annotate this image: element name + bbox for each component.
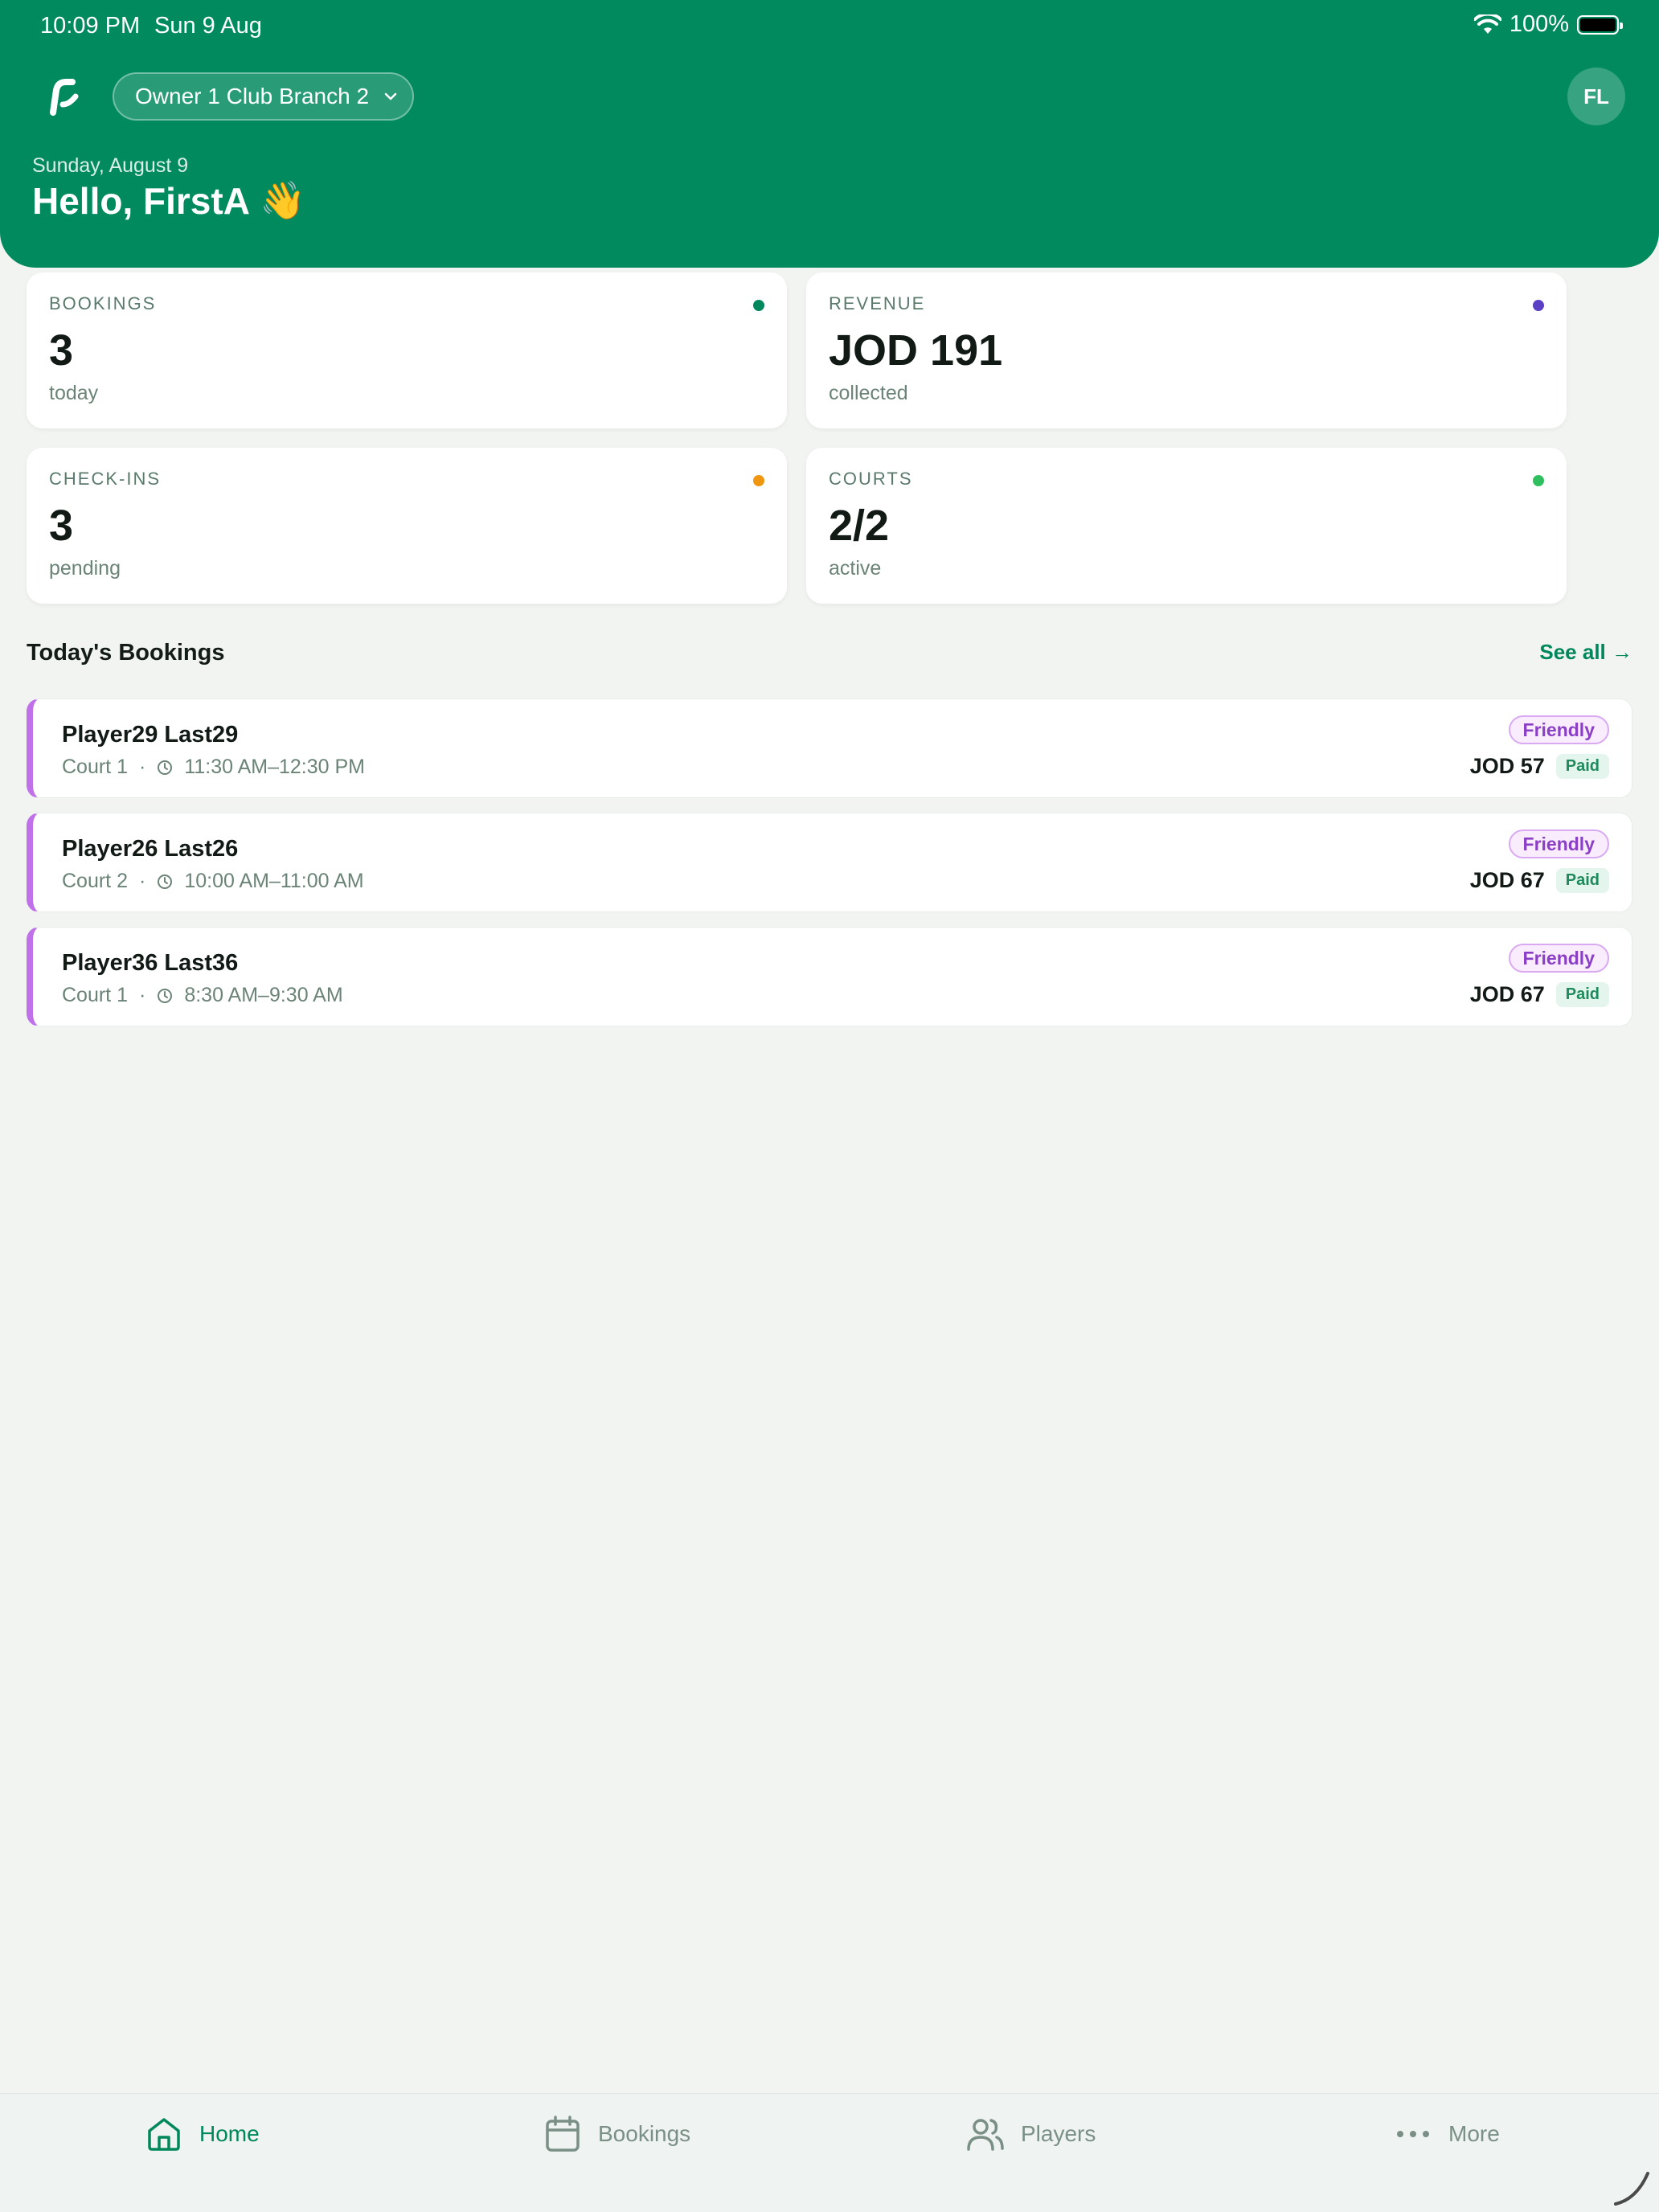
time-range: 10:00 AM–11:00 AM <box>184 870 364 892</box>
meta-separator: · <box>138 870 146 892</box>
time-range: 11:30 AM–12:30 PM <box>184 756 365 778</box>
home-icon <box>148 2118 180 2151</box>
header-date: Sunday, August 9 <box>32 154 189 177</box>
booking-meta: Court 2 · 10:00 AM–11:00 AM <box>62 870 364 893</box>
greeting-text: Hello, FirstA <box>32 179 250 222</box>
corner-indicator-icon <box>1614 2172 1649 2206</box>
booking-meta: Court 1 · 8:30 AM–9:30 AM <box>62 984 343 1007</box>
stat-label: CHECK-INS <box>49 469 162 489</box>
stat-card-revenue[interactable]: REVENUE JOD 191 collected <box>806 272 1567 428</box>
booking-price: JOD 67 <box>1469 982 1545 1006</box>
club-selector-label: Owner 1 Club Branch 2 <box>135 84 370 109</box>
see-all-link[interactable]: See all → <box>1539 640 1632 665</box>
stat-card-courts[interactable]: COURTS 2/2 active <box>806 448 1567 604</box>
player-name: Player36 Last36 <box>62 950 239 976</box>
tab-players[interactable]: Players <box>966 2094 1096 2174</box>
stat-sub: today <box>49 382 99 404</box>
stat-label: BOOKINGS <box>49 293 157 313</box>
clock-icon <box>158 988 173 1003</box>
tab-bookings[interactable]: Bookings <box>543 2094 690 2174</box>
player-name: Player26 Last26 <box>62 836 239 862</box>
booking-type-badge: Friendly <box>1508 830 1609 858</box>
status-date: Sun 9 Aug <box>154 13 262 39</box>
booking-meta: Court 1 · 11:30 AM–12:30 PM <box>62 756 365 779</box>
tab-label: Home <box>199 2121 260 2146</box>
tab-home[interactable]: Home <box>145 2094 260 2174</box>
time-range: 8:30 AM–9:30 AM <box>184 984 343 1006</box>
meta-separator: · <box>138 984 146 1006</box>
battery-icon <box>1577 14 1623 35</box>
avatar[interactable]: FL <box>1567 68 1625 125</box>
stat-card-checkins[interactable]: CHECK-INS 3 pending <box>27 448 787 604</box>
stat-value: 3 <box>49 502 74 550</box>
court-label: Court 1 <box>62 756 128 778</box>
payment-status-badge: Paid <box>1555 868 1609 893</box>
price-row: JOD 57 Paid <box>1470 754 1609 779</box>
booking-row[interactable]: Player36 Last36 Court 1 · 8:30 AM–9:30 A… <box>27 927 1632 1026</box>
stat-value: JOD 191 <box>829 326 1003 375</box>
tab-bar: Home Bookings Players More <box>0 2093 1659 2212</box>
stat-sub: collected <box>829 382 908 404</box>
stat-sub: active <box>829 557 882 580</box>
status-dot <box>1533 475 1544 486</box>
tab-label: Players <box>1021 2121 1096 2146</box>
stat-card-bookings[interactable]: BOOKINGS 3 today <box>27 272 787 428</box>
chevron-down-icon <box>384 92 397 100</box>
stat-value: 3 <box>49 326 74 375</box>
tab-more[interactable]: More <box>1394 2094 1500 2174</box>
booking-type-badge: Friendly <box>1508 944 1609 973</box>
clock-icon <box>158 874 173 889</box>
booking-price: JOD 57 <box>1469 754 1545 778</box>
court-label: Court 1 <box>62 984 128 1006</box>
calendar-icon <box>546 2116 580 2152</box>
status-dot <box>753 300 764 311</box>
payment-status-badge: Paid <box>1555 982 1609 1007</box>
app-logo-icon <box>50 79 79 116</box>
greeting: Hello, FirstA 👋 <box>32 178 305 223</box>
clock-icon <box>158 760 173 775</box>
wave-emoji: 👋 <box>259 179 306 221</box>
status-time: 10:09 PM <box>40 13 141 39</box>
booking-row[interactable]: Player26 Last26 Court 2 · 10:00 AM–11:00… <box>27 813 1632 912</box>
club-selector[interactable]: Owner 1 Club Branch 2 <box>113 72 414 121</box>
tab-label: Bookings <box>598 2121 691 2146</box>
price-row: JOD 67 Paid <box>1470 982 1609 1007</box>
booking-type-badge: Friendly <box>1508 715 1609 744</box>
price-row: JOD 67 Paid <box>1470 868 1609 893</box>
meta-separator: · <box>138 756 146 778</box>
payment-status-badge: Paid <box>1555 754 1609 779</box>
status-indicators: 100% <box>1473 11 1623 38</box>
users-icon <box>967 2119 1004 2151</box>
tab-label: More <box>1448 2121 1500 2146</box>
court-label: Court 2 <box>62 870 128 892</box>
section-title: Today's Bookings <box>27 640 225 666</box>
booking-price: JOD 67 <box>1469 868 1545 892</box>
status-dot <box>1533 300 1544 311</box>
wifi-icon <box>1473 14 1501 34</box>
stat-sub: pending <box>49 557 121 580</box>
battery-percent: 100% <box>1509 11 1569 37</box>
stat-value: 2/2 <box>829 502 890 550</box>
more-icon <box>1397 2131 1429 2137</box>
player-name: Player29 Last29 <box>62 722 239 748</box>
status-dot <box>753 475 764 486</box>
stat-label: COURTS <box>829 469 913 489</box>
header: 10:09 PM Sun 9 Aug 100% Owner 1 Club Bra… <box>0 0 1659 268</box>
booking-row[interactable]: Player29 Last29 Court 1 · 11:30 AM–12:30… <box>27 698 1632 798</box>
stat-label: REVENUE <box>829 293 926 313</box>
